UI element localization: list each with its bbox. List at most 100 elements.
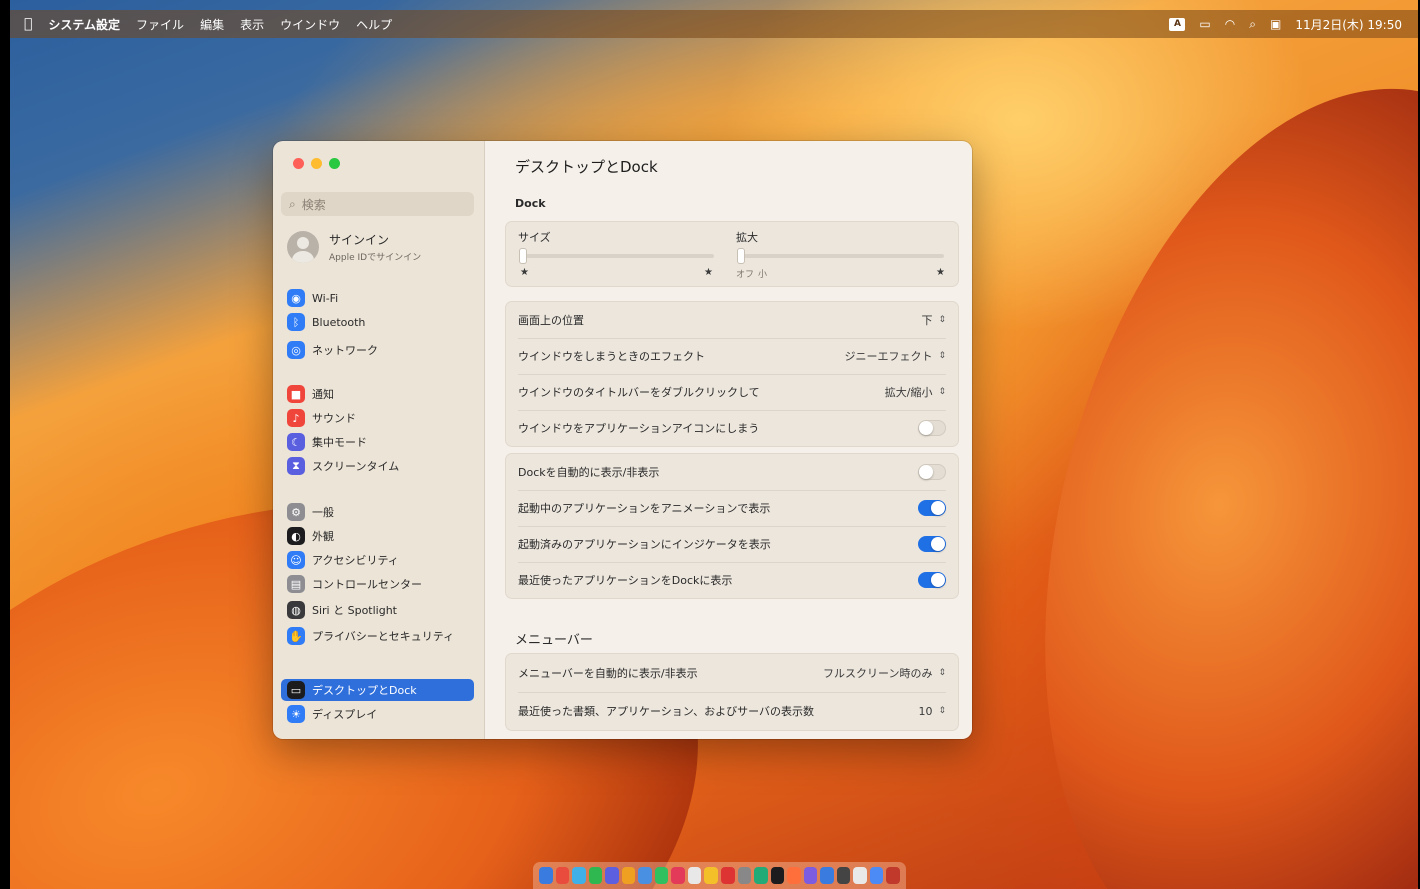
privacy-icon: ✋ — [287, 627, 305, 645]
dock-app-icon[interactable] — [787, 867, 801, 884]
dock-app-icon[interactable] — [555, 867, 570, 884]
dock-app-icon[interactable] — [605, 867, 619, 884]
page-title: デスクトップとDock — [515, 158, 658, 176]
close-window-button[interactable] — [293, 158, 304, 169]
magnification-slider-label: 拡大 — [736, 231, 758, 244]
size-slider-thumb[interactable] — [520, 249, 526, 263]
setting-popup-value: 下 — [921, 314, 933, 327]
setting-toggle[interactable] — [918, 572, 946, 588]
magnification-slider-thumb[interactable] — [738, 249, 744, 263]
input-source-icon[interactable]: A — [1169, 17, 1186, 31]
sidebar-item[interactable]: ✋ プライバシーとセキュリティ — [281, 625, 474, 647]
accessibility-icon: ☺ — [287, 551, 305, 569]
dock-app-icon[interactable] — [853, 867, 867, 884]
sidebar-item[interactable]: ᛒ Bluetooth — [281, 311, 474, 333]
dock-app-icon[interactable] — [754, 867, 768, 884]
control-center-icon: ▤ — [287, 575, 305, 593]
menu-file[interactable]: ファイル — [136, 16, 184, 33]
wifi-status-icon[interactable]: ◠ — [1225, 17, 1235, 31]
menu-edit[interactable]: 編集 — [200, 16, 224, 33]
dock-app-icon[interactable] — [638, 867, 652, 884]
sidebar-item-label: 外観 — [312, 530, 334, 543]
sidebar-item[interactable]: ◉ Wi-Fi — [281, 287, 474, 309]
dock-app-icon[interactable] — [869, 867, 884, 884]
dock-app-icon[interactable] — [671, 867, 685, 884]
sidebar-item[interactable]: ▭ デスクトップとDock — [281, 679, 474, 701]
search-icon: ⌕ — [289, 196, 296, 211]
sidebar-item-label: プライバシーとセキュリティ — [312, 630, 455, 643]
setting-label: ウインドウのタイトルバーをダブルクリックして — [518, 386, 760, 399]
setting-label: 最近使ったアプリケーションをDockに表示 — [518, 574, 733, 587]
size-slider[interactable] — [520, 249, 714, 263]
setting-toggle[interactable] — [918, 536, 946, 552]
dock-app-icon[interactable] — [737, 867, 752, 884]
dock-app-icon[interactable] — [539, 867, 553, 884]
setting-label: ウインドウをアプリケーションアイコンにしまう — [518, 422, 760, 435]
setting-popup-button[interactable]: フルスクリーン時のみ ⇕ — [823, 665, 946, 681]
sidebar-item[interactable]: ☀ ディスプレイ — [281, 703, 474, 725]
setting-toggle[interactable] — [918, 500, 946, 516]
sidebar-item[interactable]: ⧗ スクリーンタイム — [281, 455, 474, 477]
sidebar-item[interactable]: ☺ アクセシビリティ — [281, 549, 474, 571]
spotlight-search-icon[interactable]: ⌕ — [1249, 17, 1256, 32]
dock-app-icon[interactable] — [572, 867, 586, 884]
size-slider-column: サイズ ★ ★ — [518, 222, 718, 286]
sound-icon: ♪ — [287, 409, 305, 427]
sidebar-search-field[interactable]: ⌕ 検索 — [281, 192, 474, 216]
dock-app-icon[interactable] — [621, 867, 636, 884]
dock-app-icon[interactable] — [704, 867, 719, 884]
apple-id-signin[interactable]: サインイン Apple IDでサインイン — [287, 231, 421, 263]
dock-app-icon[interactable] — [803, 867, 818, 884]
magnification-slider[interactable] — [738, 249, 944, 263]
dock-app-icon[interactable] — [654, 867, 669, 884]
dock-sliders-group: サイズ ★ ★ 拡大 オフ 小 ★ — [505, 221, 959, 287]
menu-window[interactable]: ウインドウ — [280, 16, 340, 33]
magnification-off-label: オフ — [736, 270, 755, 280]
setting-row: ウインドウをアプリケーションアイコンにしまう — [506, 410, 958, 446]
setting-toggle[interactable] — [918, 420, 946, 436]
sidebar-item[interactable]: ▤ コントロールセンター — [281, 573, 474, 595]
dock-app-icon[interactable] — [770, 867, 785, 884]
dock-app-icon[interactable] — [721, 867, 735, 884]
setting-label: 起動済みのアプリケーションにインジケータを表示 — [518, 538, 771, 551]
sidebar-item-label: サウンド — [312, 412, 356, 425]
menubar-section-heading: メニューバー — [515, 633, 593, 648]
sidebar-item[interactable]: ◐ 外観 — [281, 525, 474, 547]
sidebar-item-label: スクリーンタイム — [312, 460, 400, 473]
menu-help[interactable]: ヘルプ — [356, 16, 392, 33]
minimize-window-button[interactable] — [311, 158, 322, 169]
apple-menu-icon[interactable]:  — [24, 16, 32, 32]
menu-app-name[interactable]: システム設定 — [48, 16, 120, 33]
battery-icon[interactable]: ▭ — [1199, 17, 1210, 31]
dock-app-icon[interactable] — [687, 867, 702, 884]
dock-app-icon[interactable] — [836, 867, 851, 884]
sidebar-item[interactable]: ⚙ 一般 — [281, 501, 474, 523]
menu-clock[interactable]: 11月2日(木) 19:50 — [1295, 16, 1402, 33]
setting-row: 最近使った書類、アプリケーション、およびサーバの表示数 10 ⇕ — [506, 692, 958, 730]
control-center-menu-icon[interactable]: ▣ — [1270, 17, 1281, 31]
sidebar-item[interactable]: ■ 通知 — [281, 383, 474, 405]
setting-row: 最近使ったアプリケーションをDockに表示 — [506, 562, 958, 598]
setting-toggle[interactable] — [918, 464, 946, 480]
dock-app-icon[interactable] — [820, 867, 834, 884]
setting-popup-button[interactable]: 10 ⇕ — [918, 705, 946, 718]
setting-label: 画面上の位置 — [518, 314, 584, 327]
profile-name: サインイン — [329, 233, 390, 247]
dock-section-heading: Dock — [515, 197, 546, 210]
zoom-window-button[interactable] — [329, 158, 340, 169]
chevron-up-down-icon: ⇕ — [938, 351, 946, 361]
menu-view[interactable]: 表示 — [240, 16, 264, 33]
setting-label: 最近使った書類、アプリケーション、およびサーバの表示数 — [518, 705, 815, 718]
sidebar-item[interactable]: ☾ 集中モード — [281, 431, 474, 453]
setting-popup-button[interactable]: ジニーエフェクト ⇕ — [844, 348, 946, 364]
dock-app-icon[interactable] — [588, 867, 603, 884]
setting-popup-button[interactable]: 下 ⇕ — [921, 312, 946, 328]
sidebar-item[interactable]: ♪ サウンド — [281, 407, 474, 429]
sidebar-item[interactable]: ◍ Siri と Spotlight — [281, 599, 474, 621]
sidebar-item[interactable]: ◎ ネットワーク — [281, 339, 474, 361]
setting-popup-button[interactable]: 拡大/縮小 ⇕ — [885, 384, 946, 400]
chevron-up-down-icon: ⇕ — [938, 668, 946, 678]
chevron-up-down-icon: ⇕ — [938, 315, 946, 325]
sidebar-item-label: ディスプレイ — [312, 708, 378, 721]
dock-app-icon[interactable] — [886, 867, 901, 884]
